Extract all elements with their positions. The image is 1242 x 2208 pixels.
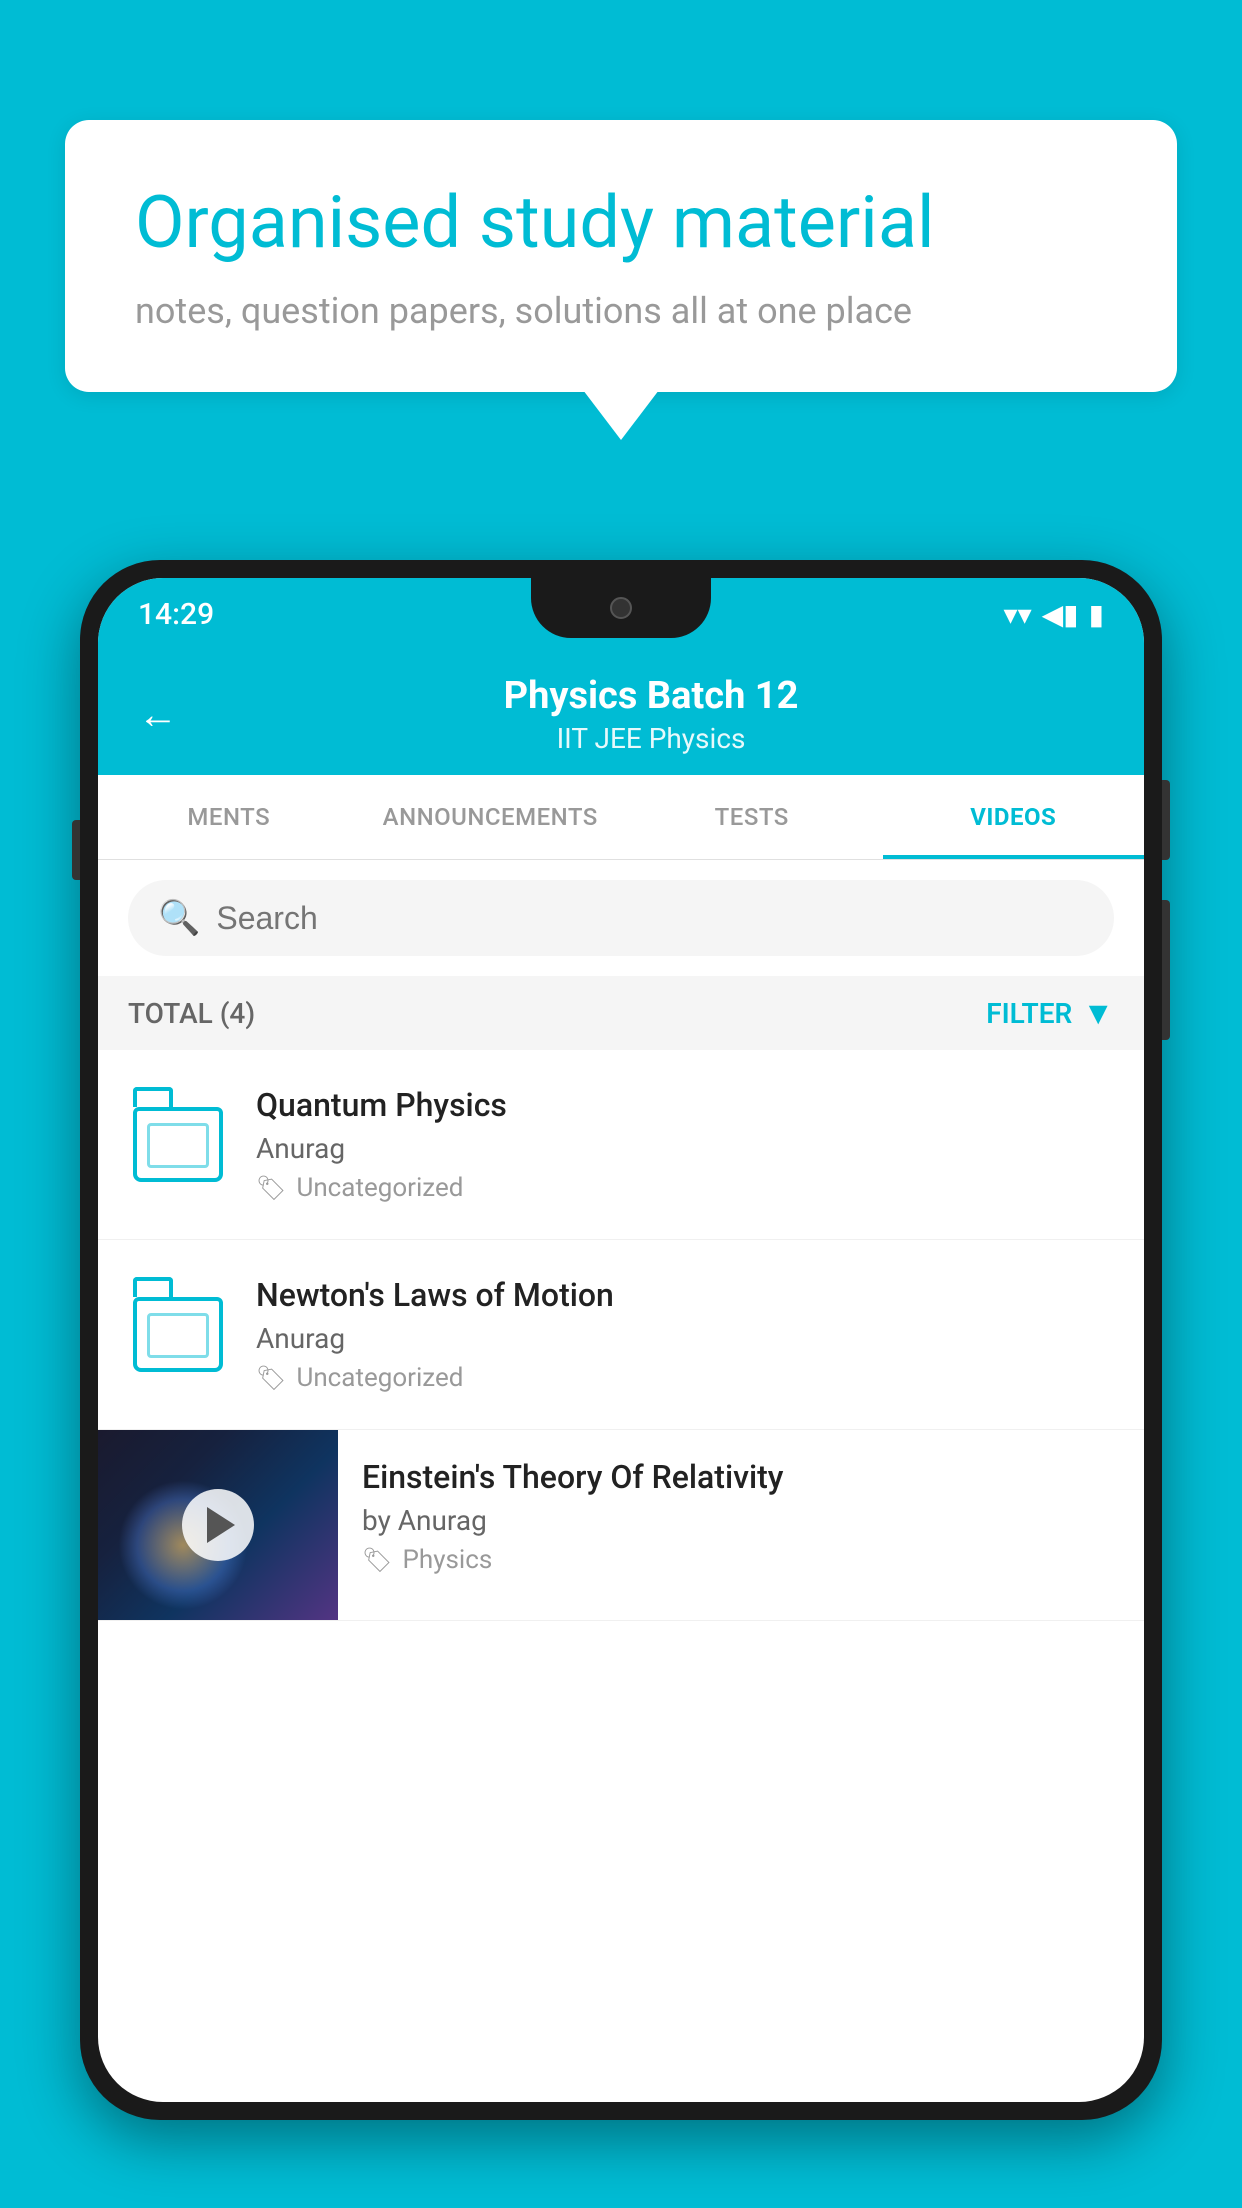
tab-ments[interactable]: MENTS — [98, 775, 360, 859]
tag-label: Uncategorized — [296, 1363, 463, 1393]
video-info: Newton's Laws of Motion Anurag 🏷 Uncateg… — [256, 1276, 1114, 1393]
video-title: Quantum Physics — [256, 1086, 1114, 1124]
app-header: ← Physics Batch 12 IIT JEE Physics — [98, 650, 1144, 775]
filter-bar: TOTAL (4) FILTER ▼ — [98, 976, 1144, 1050]
status-time: 14:29 — [138, 597, 214, 632]
hero-section: Organised study material notes, question… — [65, 120, 1177, 392]
tab-tests[interactable]: TESTS — [621, 775, 883, 859]
tag-label: Physics — [402, 1545, 492, 1575]
video-title: Einstein's Theory Of Relativity — [362, 1458, 1120, 1496]
play-button[interactable] — [182, 1489, 254, 1561]
tag-icon: 🏷 — [362, 1546, 392, 1574]
search-icon: 🔍 — [158, 898, 200, 938]
front-camera — [610, 597, 632, 619]
folder-icon — [128, 1090, 228, 1200]
video-tag: 🏷 Physics — [362, 1545, 1120, 1575]
tabs-container: MENTS ANNOUNCEMENTS TESTS VIDEOS — [98, 775, 1144, 860]
video-author: Anurag — [256, 1132, 1114, 1165]
back-button[interactable]: ← — [138, 691, 178, 738]
tab-videos[interactable]: VIDEOS — [883, 775, 1145, 859]
volume-down-button — [1162, 900, 1170, 1040]
video-title: Newton's Laws of Motion — [256, 1276, 1114, 1314]
tab-announcements[interactable]: ANNOUNCEMENTS — [360, 775, 622, 859]
header-title: Physics Batch 12 — [198, 674, 1104, 718]
video-thumbnail — [98, 1430, 338, 1620]
header-title-section: Physics Batch 12 IIT JEE Physics — [198, 674, 1104, 755]
tag-icon: 🏷 — [256, 1364, 286, 1392]
wifi-icon: ▾▾ — [1004, 598, 1032, 631]
battery-icon: ▮ — [1089, 598, 1104, 631]
video-author: by Anurag — [362, 1504, 1120, 1537]
status-icons: ▾▾ ◀▮ ▮ — [1004, 598, 1104, 631]
video-info: Quantum Physics Anurag 🏷 Uncategorized — [256, 1086, 1114, 1203]
folder-svg — [133, 1297, 223, 1372]
hero-title: Organised study material — [135, 180, 1107, 266]
video-list: Quantum Physics Anurag 🏷 Uncategorized — [98, 1050, 1144, 1621]
hero-subtitle: notes, question papers, solutions all at… — [135, 290, 1107, 332]
search-bar[interactable]: 🔍 — [128, 880, 1114, 956]
phone-container: 14:29 ▾▾ ◀▮ ▮ ← Physics Batch 12 IIT JEE… — [80, 560, 1162, 2208]
search-input[interactable] — [216, 900, 1084, 937]
video-tag: 🏷 Uncategorized — [256, 1363, 1114, 1393]
signal-icon: ◀▮ — [1042, 598, 1079, 631]
speech-bubble: Organised study material notes, question… — [65, 120, 1177, 392]
list-item[interactable]: Quantum Physics Anurag 🏷 Uncategorized — [98, 1050, 1144, 1240]
total-count: TOTAL (4) — [128, 997, 255, 1030]
folder-icon — [128, 1280, 228, 1390]
list-item[interactable]: Newton's Laws of Motion Anurag 🏷 Uncateg… — [98, 1240, 1144, 1430]
volume-button — [72, 820, 80, 880]
video-author: Anurag — [256, 1322, 1114, 1355]
filter-label: FILTER — [986, 997, 1072, 1030]
header-subtitle: IIT JEE Physics — [198, 722, 1104, 755]
phone-notch — [531, 578, 711, 638]
list-item[interactable]: Einstein's Theory Of Relativity by Anura… — [98, 1430, 1144, 1621]
power-button — [1162, 780, 1170, 860]
play-icon — [207, 1507, 235, 1543]
filter-icon: ▼ — [1082, 994, 1114, 1032]
video-info: Einstein's Theory Of Relativity by Anura… — [338, 1430, 1144, 1603]
filter-button[interactable]: FILTER ▼ — [986, 994, 1114, 1032]
video-tag: 🏷 Uncategorized — [256, 1173, 1114, 1203]
phone-screen: 14:29 ▾▾ ◀▮ ▮ ← Physics Batch 12 IIT JEE… — [98, 578, 1144, 2102]
tag-icon: 🏷 — [256, 1174, 286, 1202]
search-container: 🔍 — [98, 860, 1144, 976]
folder-svg — [133, 1107, 223, 1182]
tag-label: Uncategorized — [296, 1173, 463, 1203]
phone-outer: 14:29 ▾▾ ◀▮ ▮ ← Physics Batch 12 IIT JEE… — [80, 560, 1162, 2120]
